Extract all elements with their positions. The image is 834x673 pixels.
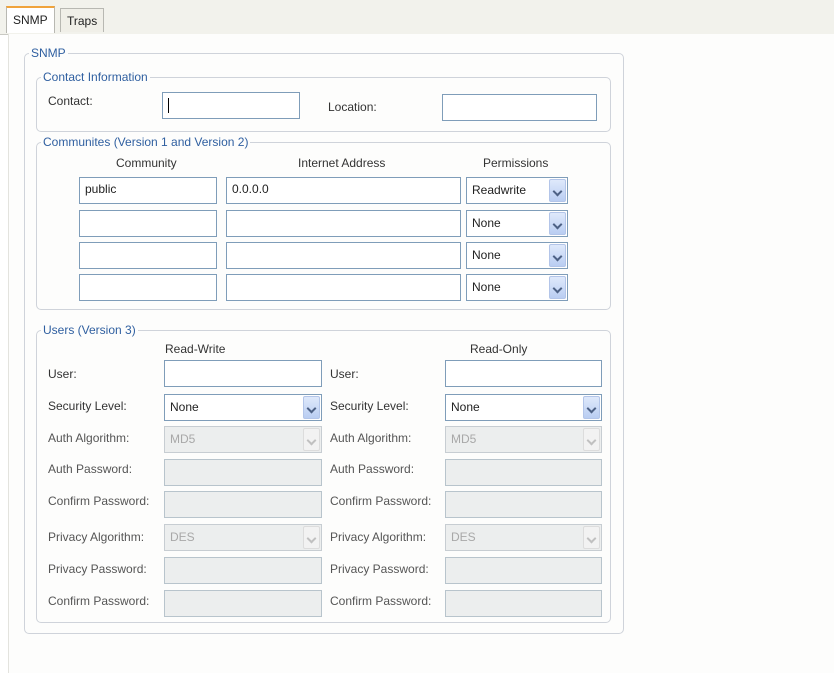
rw-confirm-password-2-input [164,590,322,617]
contact-info-legend: Contact Information [43,70,148,84]
chevron-down-icon[interactable] [549,179,566,202]
address-input-4[interactable] [226,274,461,301]
tab-traps[interactable]: Traps [60,8,105,32]
rw-security-level-select[interactable]: None [164,394,322,421]
ro-privacy-algorithm-label: Privacy Algorithm: [330,530,427,544]
communities-legend: Communites (Version 1 and Version 2) [43,135,249,149]
ro-security-level-value: None [451,400,480,414]
location-label: Location: [328,100,377,114]
rw-privacy-password-label: Privacy Password: [48,562,147,576]
ro-auth-password-input [445,459,602,486]
chevron-down-icon[interactable] [549,276,566,299]
address-input-1[interactable]: 0.0.0.0 [226,177,461,204]
rw-auth-password-input [164,459,322,486]
chevron-down-icon [583,428,600,451]
community-input-3[interactable] [79,242,217,269]
chevron-down-icon[interactable] [303,396,320,419]
permission-select-4[interactable]: None [466,274,568,301]
ro-privacy-password-input [445,557,602,584]
users-legend: Users (Version 3) [43,323,136,337]
permission-select-2[interactable]: None [466,210,568,237]
permission-select-1[interactable]: Readwrite [466,177,568,204]
ro-user-input[interactable] [445,360,602,387]
ro-confirm-password-label: Confirm Password: [330,494,432,508]
community-input-4[interactable] [79,274,217,301]
rw-security-level-value: None [170,400,199,414]
community-header: Community [116,156,177,170]
internet-address-header: Internet Address [298,156,386,170]
contact-input[interactable] [162,92,300,119]
ro-security-level-label: Security Level: [330,399,409,413]
read-write-header: Read-Write [165,342,226,356]
ro-user-label: User: [330,367,359,381]
chevron-down-icon[interactable] [549,212,566,235]
chevron-down-icon [583,526,600,549]
address-input-2[interactable] [226,210,461,237]
chevron-down-icon [303,526,320,549]
ro-confirm-password-input [445,491,602,518]
chevron-down-icon[interactable] [583,396,600,419]
address-input-3[interactable] [226,242,461,269]
rw-confirm-password-2-label: Confirm Password: [48,594,150,608]
chevron-down-icon[interactable] [549,244,566,267]
snmp-group-legend: SNMP [31,46,66,60]
rw-auth-algorithm-value: MD5 [170,432,196,446]
text-caret [168,98,169,113]
ro-confirm-password-2-input [445,590,602,617]
rw-privacy-algorithm-label: Privacy Algorithm: [48,530,145,544]
ro-auth-algorithm-label: Auth Algorithm: [330,431,412,445]
permission-value-1: Readwrite [472,183,527,197]
permission-select-3[interactable]: None [466,242,568,269]
rw-auth-algorithm-label: Auth Algorithm: [48,431,130,445]
rw-privacy-password-input [164,557,322,584]
rw-user-label: User: [48,367,77,381]
read-only-header: Read-Only [470,342,528,356]
permission-value-3: None [472,248,501,262]
ro-privacy-algorithm-value: DES [451,530,476,544]
ro-security-level-select[interactable]: None [445,394,602,421]
chevron-down-icon [303,428,320,451]
permission-value-4: None [472,280,501,294]
rw-auth-password-label: Auth Password: [48,462,133,476]
rw-security-level-label: Security Level: [48,399,127,413]
ro-privacy-algorithm-select: DES [445,524,602,551]
ro-privacy-password-label: Privacy Password: [330,562,429,576]
rw-privacy-algorithm-select: DES [164,524,322,551]
rw-privacy-algorithm-value: DES [170,530,195,544]
rw-auth-algorithm-select: MD5 [164,426,322,453]
contact-label: Contact: [48,94,93,108]
community-input-1[interactable]: public [79,177,217,204]
ro-confirm-password-2-label: Confirm Password: [330,594,432,608]
rw-confirm-password-label: Confirm Password: [48,494,150,508]
community-input-2[interactable] [79,210,217,237]
ro-auth-algorithm-value: MD5 [451,432,477,446]
tab-snmp[interactable]: SNMP [6,6,55,33]
permission-value-2: None [472,216,501,230]
ro-auth-algorithm-select: MD5 [445,426,602,453]
rw-confirm-password-input [164,491,322,518]
tab-strip [0,0,834,35]
location-input[interactable] [442,94,597,121]
permissions-header: Permissions [483,156,549,170]
rw-user-input[interactable] [164,360,322,387]
ro-auth-password-label: Auth Password: [330,462,415,476]
